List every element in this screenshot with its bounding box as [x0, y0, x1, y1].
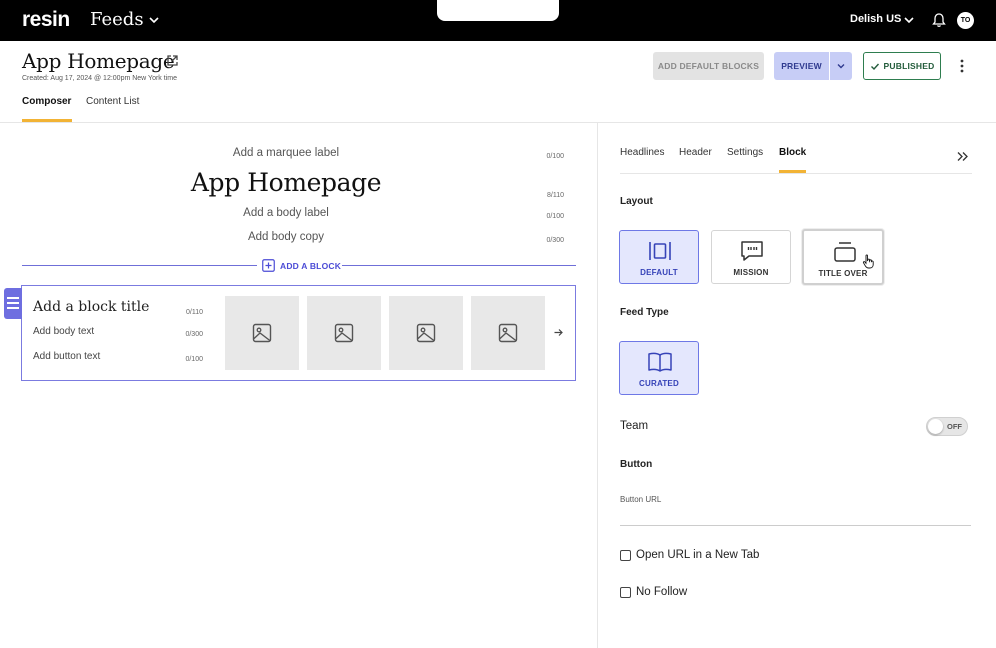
created-timestamp: Created: Aug 17, 2024 @ 12:00pm New York… — [22, 75, 177, 82]
site-selector[interactable]: Delish US — [850, 13, 901, 25]
block-title-char-count: 0/110 — [186, 309, 203, 316]
layout-default-icon — [649, 242, 671, 260]
header-divider — [0, 122, 996, 123]
add-block-button[interactable]: ADD A BLOCK — [280, 261, 341, 271]
quote-bubble-icon — [741, 241, 763, 261]
tab-headlines[interactable]: Headlines — [620, 147, 664, 158]
product-switcher[interactable]: Feeds — [90, 9, 144, 30]
layout-option-default[interactable]: DEFAULT — [619, 230, 699, 284]
marquee-char-count: 0/100 — [546, 153, 564, 160]
open-new-tab-checkbox[interactable] — [620, 550, 631, 561]
add-default-blocks-button[interactable]: ADD DEFAULT BLOCKS — [653, 52, 764, 80]
add-block-divider — [22, 265, 257, 266]
pointer-cursor-icon — [862, 254, 874, 269]
chevron-down-icon[interactable] — [903, 14, 915, 26]
image-icon — [334, 323, 354, 343]
layout-section-label: Layout — [620, 196, 653, 207]
button-url-label: Button URL — [620, 495, 662, 504]
tab-composer[interactable]: Composer — [22, 96, 71, 107]
add-block-divider — [342, 265, 576, 266]
published-label: PUBLISHED — [883, 61, 935, 71]
image-placeholder[interactable] — [471, 296, 545, 370]
arrow-right-icon[interactable] — [553, 327, 564, 338]
page-title: App Homepage — [22, 49, 175, 73]
drag-handle-icon[interactable] — [4, 288, 22, 319]
body-label-input[interactable]: Add a body label — [22, 207, 550, 219]
feed-type-option-curated[interactable]: CURATED — [619, 341, 699, 395]
body-copy-char-count: 0/300 — [546, 237, 564, 244]
image-placeholder[interactable] — [389, 296, 463, 370]
published-button[interactable]: PUBLISHED — [863, 52, 941, 80]
body-copy-input[interactable]: Add body copy — [22, 231, 550, 243]
layout-option-label: TITLE OVER — [818, 269, 868, 278]
chevron-down-icon[interactable] — [148, 13, 160, 27]
check-icon — [870, 63, 879, 70]
toggle-state-label: OFF — [947, 422, 962, 431]
tab-content-list[interactable]: Content List — [86, 96, 139, 107]
panel-divider — [597, 123, 598, 648]
chevron-down-icon — [837, 64, 845, 69]
double-chevron-right-icon[interactable] — [956, 150, 969, 163]
image-icon — [252, 323, 272, 343]
body-label-char-count: 0/100 — [546, 213, 564, 220]
image-icon — [498, 323, 518, 343]
feed-type-option-label: CURATED — [639, 379, 679, 388]
feed-type-section-label: Feed Type — [620, 307, 669, 318]
block-title-input[interactable]: Add a block title — [33, 299, 149, 315]
tab-header[interactable]: Header — [679, 147, 712, 158]
tabs-divider — [620, 173, 972, 174]
block-button-char-count: 0/100 — [185, 356, 203, 363]
open-book-icon — [648, 352, 672, 372]
block-body-char-count: 0/300 — [185, 331, 203, 338]
layout-option-label: DEFAULT — [640, 268, 678, 277]
camera-notch — [437, 0, 559, 21]
marquee-label-input[interactable]: Add a marquee label — [22, 147, 550, 159]
external-link-icon[interactable] — [166, 54, 179, 67]
image-placeholder[interactable] — [225, 296, 299, 370]
title-over-icon — [834, 242, 856, 262]
plus-square-icon[interactable] — [262, 259, 275, 272]
tab-settings[interactable]: Settings — [727, 147, 763, 158]
image-placeholder[interactable] — [307, 296, 381, 370]
more-options-icon[interactable] — [957, 58, 967, 74]
top-navigation-bar: resin Feeds Delish US TO — [0, 0, 996, 41]
bell-icon[interactable] — [932, 12, 946, 28]
team-toggle[interactable]: OFF — [926, 417, 968, 436]
tab-block[interactable]: Block — [779, 147, 806, 158]
image-icon — [416, 323, 436, 343]
brand-logo[interactable]: resin — [22, 8, 70, 32]
block-button-input[interactable]: Add button text — [33, 351, 100, 362]
block-body-input[interactable]: Add body text — [33, 326, 94, 337]
user-avatar[interactable]: TO — [957, 12, 974, 29]
layout-option-label: MISSION — [733, 268, 769, 277]
button-url-input[interactable] — [620, 525, 971, 526]
no-follow-checkbox[interactable] — [620, 587, 631, 598]
preview-button[interactable]: PREVIEW — [774, 52, 829, 80]
homepage-title-input[interactable]: App Homepage — [22, 168, 550, 197]
toggle-knob — [928, 419, 943, 434]
team-label: Team — [620, 420, 649, 432]
button-section-label: Button — [620, 459, 653, 470]
open-new-tab-label[interactable]: Open URL in a New Tab — [636, 549, 759, 561]
preview-dropdown-button[interactable] — [830, 52, 852, 80]
layout-option-mission[interactable]: MISSION — [711, 230, 791, 284]
title-char-count: 8/110 — [547, 192, 564, 199]
no-follow-label[interactable]: No Follow — [636, 586, 687, 598]
